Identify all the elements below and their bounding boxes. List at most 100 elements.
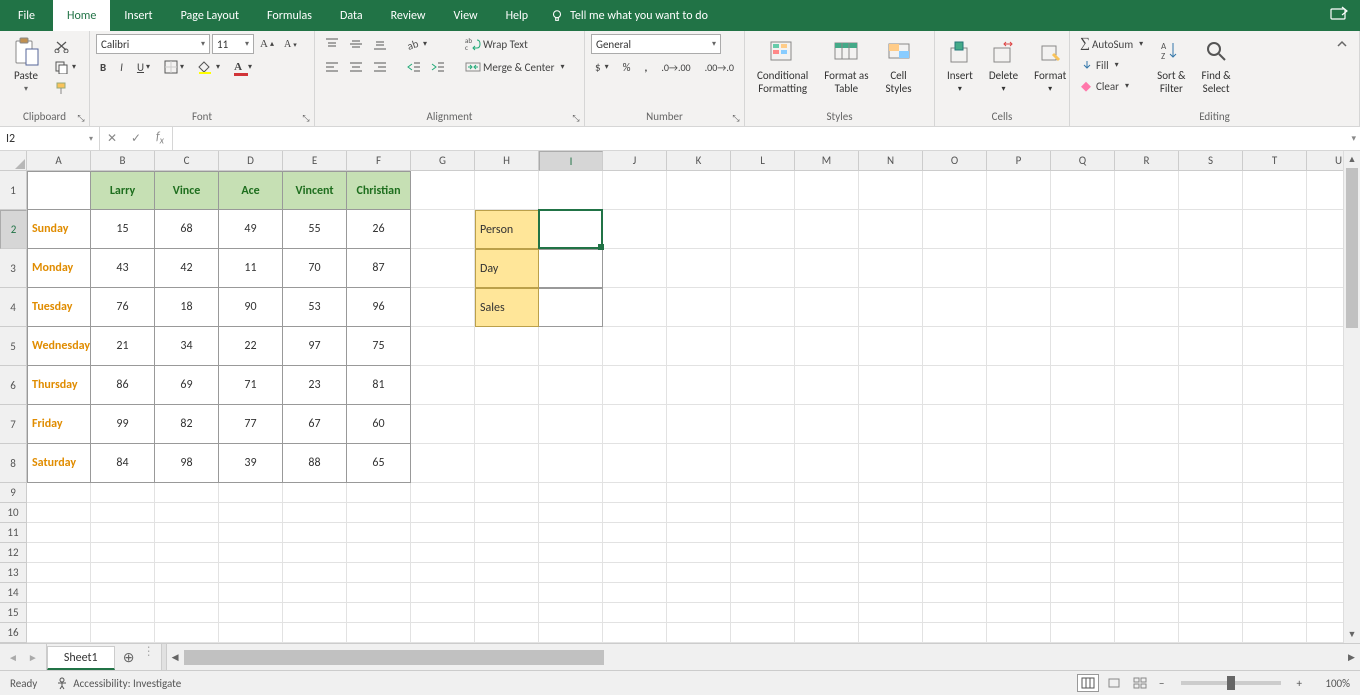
format-cells-button[interactable]: Format▾ [1028, 34, 1072, 110]
cell-J5[interactable] [603, 327, 667, 366]
cell-H1[interactable] [475, 171, 539, 210]
alignment-dialog-launcher[interactable]: ⤡ [570, 112, 582, 124]
cell-K3[interactable] [667, 249, 731, 288]
collapse-ribbon-button[interactable] [1331, 34, 1353, 54]
cell-B1[interactable]: Larry [91, 171, 155, 210]
cell-D9[interactable] [219, 483, 283, 503]
cell-E1[interactable]: Vincent [283, 171, 347, 210]
autosum-button[interactable]: ∑AutoSum▾ [1076, 34, 1147, 54]
cell-N6[interactable] [859, 366, 923, 405]
cut-button[interactable] [50, 36, 80, 56]
cell-G1[interactable] [411, 171, 475, 210]
cell-M3[interactable] [795, 249, 859, 288]
cell-J9[interactable] [603, 483, 667, 503]
zoom-in-button[interactable]: + [1293, 677, 1306, 690]
cell-B14[interactable] [91, 583, 155, 603]
cell-C2[interactable]: 68 [155, 210, 219, 249]
cell-M8[interactable] [795, 444, 859, 483]
cell-P9[interactable] [987, 483, 1051, 503]
column-header-G[interactable]: G [411, 151, 475, 171]
cell-A8[interactable]: Saturday [27, 444, 91, 483]
borders-button[interactable]: ▾ [160, 57, 188, 77]
page-break-view-button[interactable] [1129, 674, 1151, 692]
cell-B9[interactable] [91, 483, 155, 503]
cell-R15[interactable] [1115, 603, 1179, 623]
cell-S14[interactable] [1179, 583, 1243, 603]
column-header-L[interactable]: L [731, 151, 795, 171]
cell-O13[interactable] [923, 563, 987, 583]
cell-B15[interactable] [91, 603, 155, 623]
cell-F16[interactable] [347, 623, 411, 643]
cell-F7[interactable]: 60 [347, 405, 411, 444]
cell-P1[interactable] [987, 171, 1051, 210]
cell-A2[interactable]: Sunday [27, 210, 91, 249]
cell-I15[interactable] [539, 603, 603, 623]
cell-D13[interactable] [219, 563, 283, 583]
cell-S16[interactable] [1179, 623, 1243, 643]
cell-C16[interactable] [155, 623, 219, 643]
cell-R5[interactable] [1115, 327, 1179, 366]
sheet-tab-sheet1[interactable]: Sheet1 [47, 646, 115, 670]
cell-F6[interactable]: 81 [347, 366, 411, 405]
scroll-left-button[interactable]: ◀ [167, 644, 184, 670]
cell-K16[interactable] [667, 623, 731, 643]
sheet-nav-last[interactable]: ► [28, 651, 38, 664]
page-layout-view-button[interactable] [1103, 674, 1125, 692]
cell-B3[interactable]: 43 [91, 249, 155, 288]
cell-M13[interactable] [795, 563, 859, 583]
cell-C5[interactable]: 34 [155, 327, 219, 366]
row-header-4[interactable]: 4 [0, 288, 27, 327]
column-header-S[interactable]: S [1179, 151, 1243, 171]
cell-T12[interactable] [1243, 543, 1307, 563]
cell-T10[interactable] [1243, 503, 1307, 523]
cell-M7[interactable] [795, 405, 859, 444]
cell-E12[interactable] [283, 543, 347, 563]
row-header-9[interactable]: 9 [0, 483, 27, 503]
cell-M16[interactable] [795, 623, 859, 643]
cell-S7[interactable] [1179, 405, 1243, 444]
align-bottom-button[interactable] [369, 34, 391, 54]
cell-E8[interactable]: 88 [283, 444, 347, 483]
cell-R6[interactable] [1115, 366, 1179, 405]
number-dialog-launcher[interactable]: ⤡ [730, 112, 742, 124]
cell-L13[interactable] [731, 563, 795, 583]
cell-G11[interactable] [411, 523, 475, 543]
cell-C3[interactable]: 42 [155, 249, 219, 288]
zoom-out-button[interactable]: − [1155, 677, 1168, 690]
cell-G8[interactable] [411, 444, 475, 483]
cell-N5[interactable] [859, 327, 923, 366]
cell-T9[interactable] [1243, 483, 1307, 503]
cell-Q15[interactable] [1051, 603, 1115, 623]
cell-E16[interactable] [283, 623, 347, 643]
cell-B11[interactable] [91, 523, 155, 543]
cell-E7[interactable]: 67 [283, 405, 347, 444]
cell-K6[interactable] [667, 366, 731, 405]
column-header-Q[interactable]: Q [1051, 151, 1115, 171]
cell-T8[interactable] [1243, 444, 1307, 483]
cell-I11[interactable] [539, 523, 603, 543]
cell-L8[interactable] [731, 444, 795, 483]
cell-L3[interactable] [731, 249, 795, 288]
cell-I4[interactable] [539, 288, 603, 327]
cell-L14[interactable] [731, 583, 795, 603]
horizontal-scrollbar-thumb[interactable] [184, 650, 604, 665]
cell-M2[interactable] [795, 210, 859, 249]
cell-M10[interactable] [795, 503, 859, 523]
column-header-O[interactable]: O [923, 151, 987, 171]
cell-D3[interactable]: 11 [219, 249, 283, 288]
cell-O10[interactable] [923, 503, 987, 523]
cell-C8[interactable]: 98 [155, 444, 219, 483]
cell-E4[interactable]: 53 [283, 288, 347, 327]
cell-O16[interactable] [923, 623, 987, 643]
decrease-font-button[interactable]: A▾ [280, 34, 301, 54]
fill-color-button[interactable]: ▾ [194, 57, 224, 77]
cell-A12[interactable] [27, 543, 91, 563]
cell-N1[interactable] [859, 171, 923, 210]
cell-D16[interactable] [219, 623, 283, 643]
cell-P8[interactable] [987, 444, 1051, 483]
cell-Q1[interactable] [1051, 171, 1115, 210]
cell-G12[interactable] [411, 543, 475, 563]
column-header-A[interactable]: A [27, 151, 91, 171]
cell-H13[interactable] [475, 563, 539, 583]
cell-I2[interactable] [539, 210, 603, 249]
